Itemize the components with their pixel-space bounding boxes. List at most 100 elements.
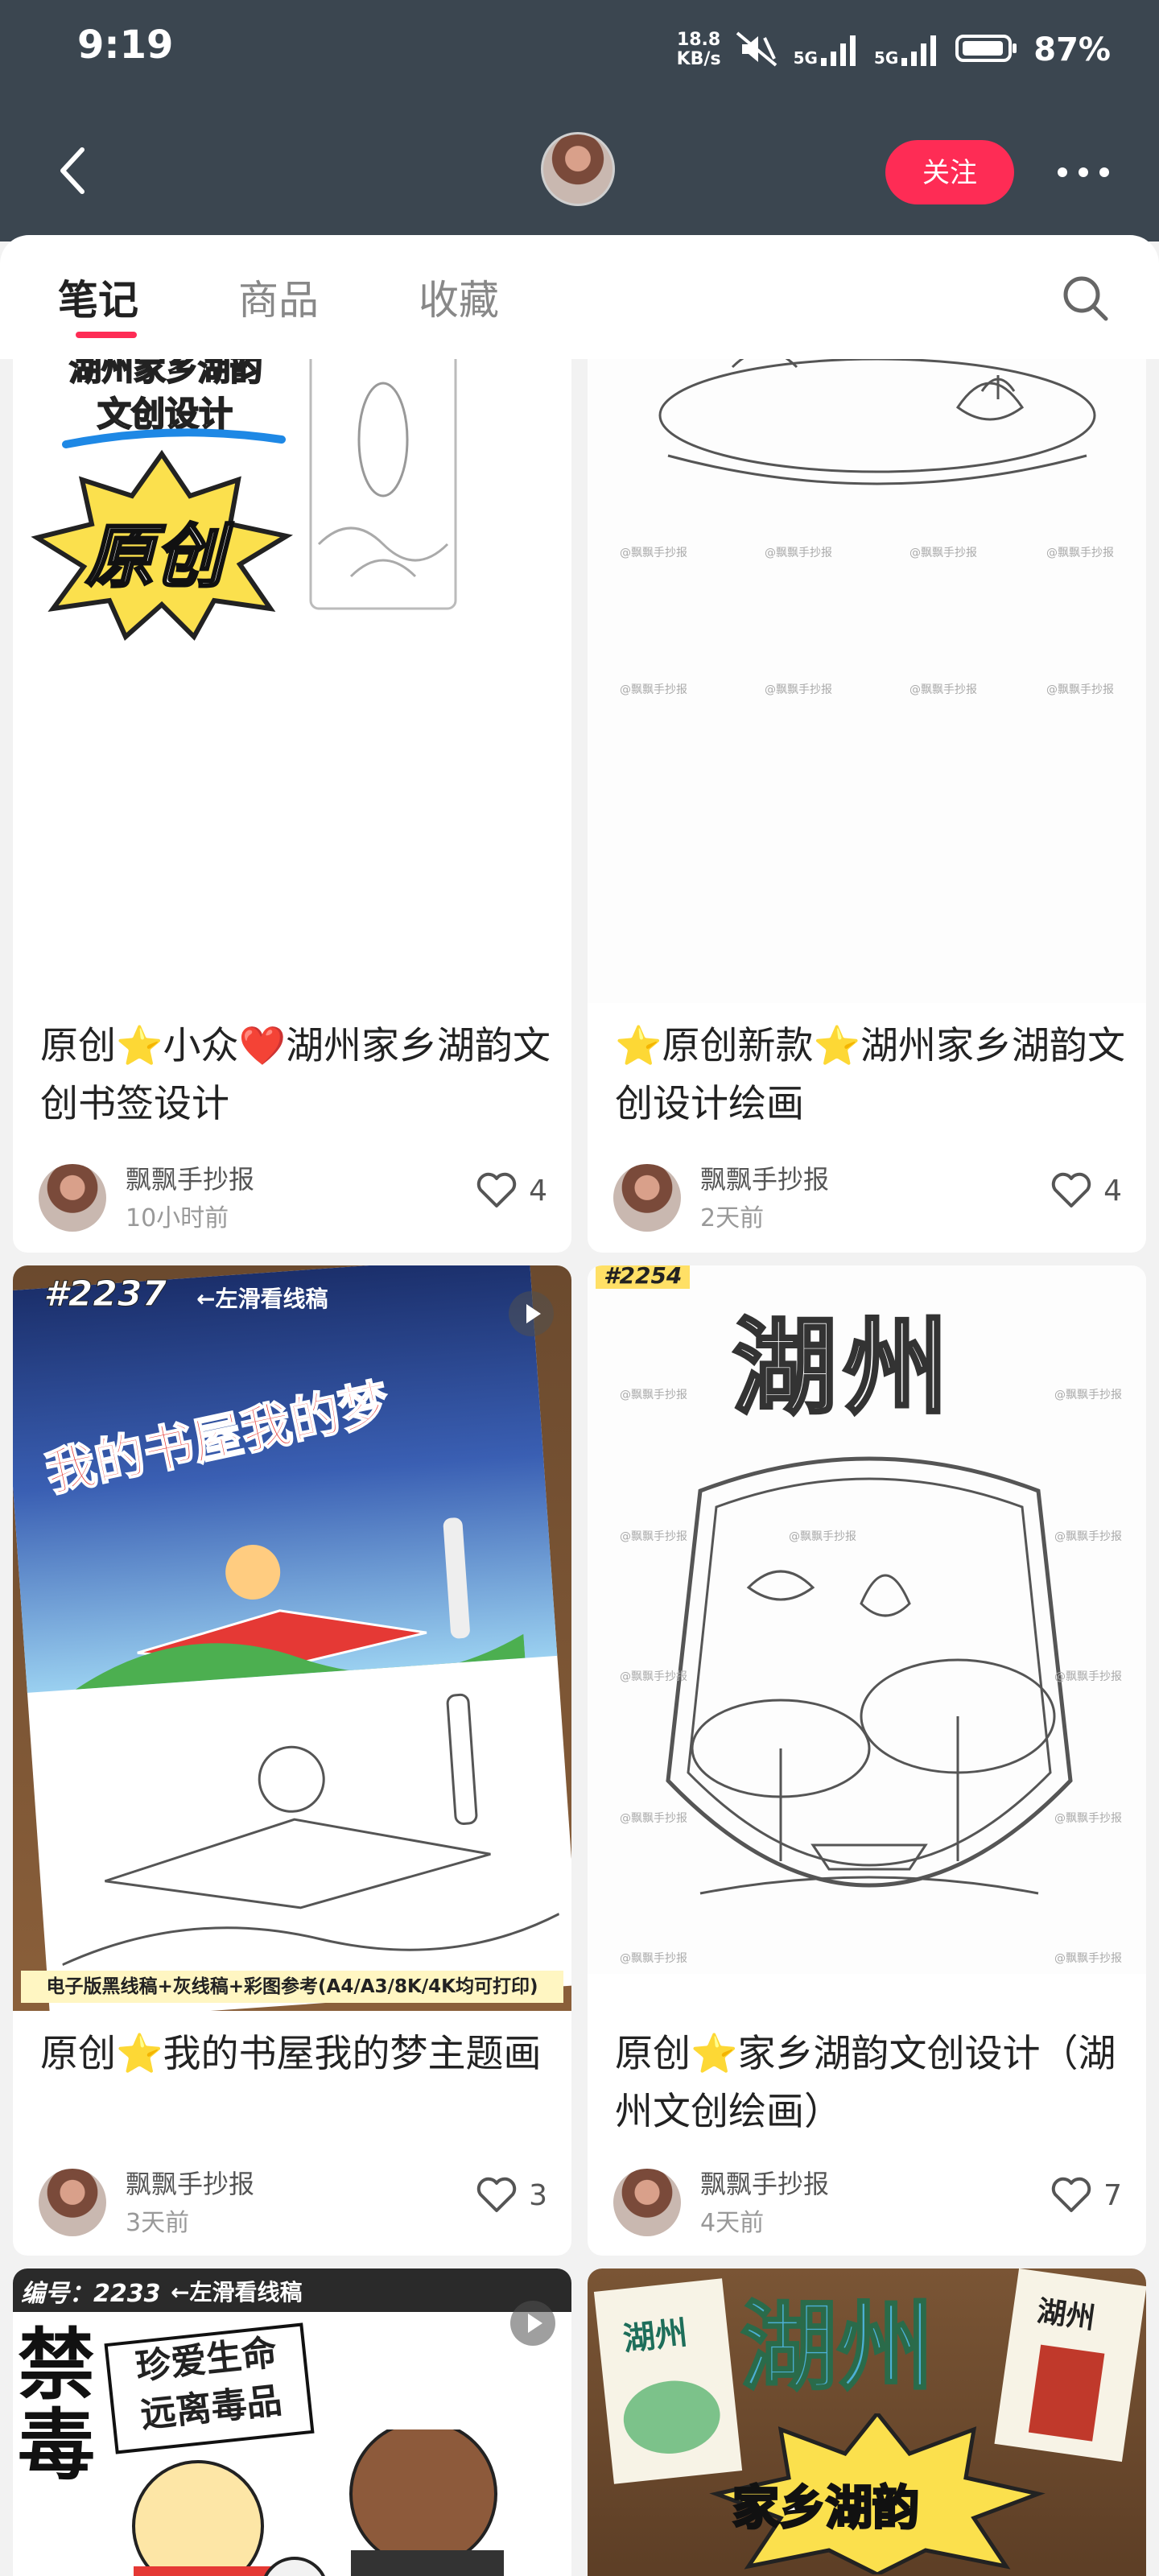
like-button[interactable]: 4	[476, 1172, 547, 1209]
cover-badge-text: 原创	[85, 516, 225, 599]
status-icons: 18.8 KB/s 5G 5G 87%	[677, 24, 1111, 76]
watermark: @飘飘手抄报	[1054, 1812, 1122, 1825]
more-dots-icon	[1058, 167, 1109, 177]
watermark: @飘飘手抄报	[620, 1812, 687, 1825]
post-time: 2天前	[700, 1204, 765, 1232]
author-name[interactable]: 飘飘手抄报	[126, 2164, 254, 2201]
profile-nav: 关注	[0, 121, 1159, 225]
note-card[interactable]: 湖州家乡湖韵 文创设计 原创 原创⭐小众❤️湖州家乡湖韵文创书签设计 飘飘手抄报…	[13, 359, 571, 1253]
watermark: @飘飘手抄报	[620, 1389, 687, 1402]
signal-5g-icon-1: 5G	[794, 32, 860, 68]
note-card[interactable]: 我的书屋我的梦 #2237 ←左滑看线稿 电子版黑线稿+灰线稿+彩图参考(A4/…	[13, 1265, 571, 2256]
author-avatar[interactable]	[39, 1164, 106, 1232]
back-button[interactable]	[43, 138, 108, 203]
note-cover-image[interactable]: 编号：2233 ←左滑看线稿 禁毒 珍爱生命 远离毒品	[13, 2268, 571, 2576]
cover-footer: 电子版黑线稿+灰线稿+彩图参考(A4/A3/8K/4K均可打印)	[21, 1971, 563, 2003]
status-time: 9:19	[77, 23, 174, 68]
watermark: @飘飘手抄报	[620, 683, 687, 696]
heart-icon	[1051, 1172, 1091, 1208]
post-time: 10小时前	[126, 1204, 229, 1232]
like-button[interactable]: 3	[476, 2177, 547, 2214]
top-header: 9:19 18.8 KB/s 5G 5G 87% 关注	[0, 0, 1159, 242]
watermark: @飘飘手抄报	[620, 1952, 687, 1965]
network-speed-value: 18.8	[676, 30, 721, 50]
note-card[interactable]: 编号：2233 ←左滑看线稿 禁毒 珍爱生命 远离毒品	[13, 2268, 571, 2576]
lotus-line-art	[658, 359, 1096, 485]
tab-active-indicator	[76, 332, 137, 338]
watermark: @飘飘手抄报	[909, 683, 977, 696]
note-cover-image[interactable]: 湖州家乡湖韵 文创设计 原创	[13, 359, 571, 1003]
status-bar: 9:19 18.8 KB/s 5G 5G 87%	[0, 0, 1159, 103]
watermark: @飘飘手抄报	[1054, 1670, 1122, 1683]
watermark: @飘飘手抄报	[1054, 1952, 1122, 1965]
note-title[interactable]: 原创⭐小众❤️湖州家乡湖韵文创书签设计	[40, 1018, 555, 1133]
video-play-icon	[509, 1291, 554, 1336]
cover-hint: ←左滑看线稿	[171, 2279, 303, 2306]
battery-percent: 87%	[1033, 31, 1111, 68]
note-title[interactable]: ⭐原创新款⭐湖州家乡湖韵文创设计绘画	[615, 1018, 1130, 1133]
author-name[interactable]: 飘飘手抄报	[700, 2164, 829, 2201]
watermark: @飘飘手抄报	[765, 547, 832, 559]
cover-paper: 我的书屋我的梦	[13, 1265, 571, 2011]
note-card[interactable]: #2254 湖州 @飘飘手抄报 @飘飘手抄报 @飘飘手抄报 @飘飘手抄报 @飘飘…	[588, 1265, 1146, 2256]
chevron-left-icon	[60, 147, 85, 194]
like-button[interactable]: 4	[1050, 1172, 1122, 1209]
watermark: @飘飘手抄报	[765, 683, 832, 696]
avatar[interactable]	[541, 132, 615, 206]
postcard-text: 湖州	[1035, 2294, 1098, 2336]
watermark: @飘飘手抄报	[1054, 1389, 1122, 1402]
like-count: 7	[1103, 2178, 1122, 2212]
note-cover-image[interactable]: @飘飘手抄报 @飘飘手抄报 @飘飘手抄报 @飘飘手抄报 @飘飘手抄报 @飘飘手抄…	[588, 359, 1146, 1003]
watermark: @飘飘手抄报	[1046, 547, 1114, 559]
battery-icon	[955, 32, 1019, 68]
line-art-sketch	[61, 1693, 560, 1967]
note-title[interactable]: 原创⭐家乡湖韵文创设计（湖州文创绘画）	[615, 2025, 1130, 2141]
like-count: 3	[529, 2178, 547, 2212]
heart-icon	[1051, 2177, 1091, 2212]
author-name[interactable]: 飘飘手抄报	[126, 1159, 254, 1196]
signal-5g-icon-2: 5G	[874, 32, 940, 68]
search-button[interactable]	[1058, 270, 1114, 327]
network-speed-unit: KB/s	[676, 49, 721, 69]
cover-code: #2237	[43, 1274, 167, 1315]
note-cover-image[interactable]: 湖州 湖州 湖州 家乡湖韵	[588, 2268, 1146, 2576]
follow-button[interactable]: 关注	[885, 140, 1014, 204]
cover-headline: 湖州	[740, 2291, 935, 2405]
author-avatar[interactable]	[39, 2169, 106, 2236]
mute-icon	[736, 30, 779, 70]
like-button[interactable]: 7	[1050, 2177, 1122, 2214]
watermark: @飘飘手抄报	[620, 547, 687, 559]
author-avatar[interactable]	[613, 2169, 681, 2236]
watermark: @飘飘手抄报	[620, 1670, 687, 1683]
like-count: 4	[1103, 1174, 1122, 1208]
notes-feed: 湖州家乡湖韵 文创设计 原创 原创⭐小众❤️湖州家乡湖韵文创书签设计 飘飘手抄报…	[0, 359, 1159, 2576]
lotus-frame-line-art	[666, 1456, 1073, 1895]
heart-icon	[476, 2177, 517, 2212]
heart-icon	[476, 1172, 517, 1208]
search-icon	[1063, 276, 1108, 321]
cover-headline: 湖州	[731, 1305, 955, 1430]
postcard-text: 湖州	[621, 2314, 690, 2359]
tab-products[interactable]: 商品	[238, 272, 319, 328]
post-time: 3天前	[126, 2209, 190, 2237]
author-avatar[interactable]	[613, 1164, 681, 1232]
tab-notes[interactable]: 笔记	[58, 272, 138, 328]
watermark: @飘飘手抄报	[1054, 1530, 1122, 1543]
post-time: 4天前	[700, 2209, 765, 2237]
note-cover-image[interactable]: 我的书屋我的梦 #2237 ←左滑看线稿 电子版黑线稿+灰线稿+彩图参考(A4/…	[13, 1265, 571, 2011]
more-button[interactable]	[1051, 148, 1116, 196]
author-name[interactable]: 飘飘手抄报	[700, 1159, 829, 1196]
note-title[interactable]: 原创⭐我的书屋我的梦主题画	[40, 2025, 555, 2083]
cover-banner: 家乡湖韵	[731, 2479, 920, 2537]
note-card[interactable]: @飘飘手抄报 @飘飘手抄报 @飘飘手抄报 @飘飘手抄报 @飘飘手抄报 @飘飘手抄…	[588, 359, 1146, 1253]
tab-favorites[interactable]: 收藏	[419, 272, 499, 328]
video-play-icon	[510, 2301, 555, 2346]
cover-hint: ←左滑看线稿	[196, 1286, 328, 1312]
watermark: @飘飘手抄报	[789, 1530, 856, 1543]
tab-bar: 笔记 商品 收藏	[0, 235, 1159, 359]
note-cover-image[interactable]: #2254 湖州 @飘飘手抄报 @飘飘手抄报 @飘飘手抄报 @飘飘手抄报 @飘飘…	[588, 1265, 1146, 1974]
cover-code: 编号：2233	[21, 2280, 161, 2308]
note-card[interactable]: 湖州 湖州 湖州 家乡湖韵	[588, 2268, 1146, 2576]
watermark: @飘飘手抄报	[1046, 683, 1114, 696]
cover-code: #2254	[596, 1265, 691, 1289]
